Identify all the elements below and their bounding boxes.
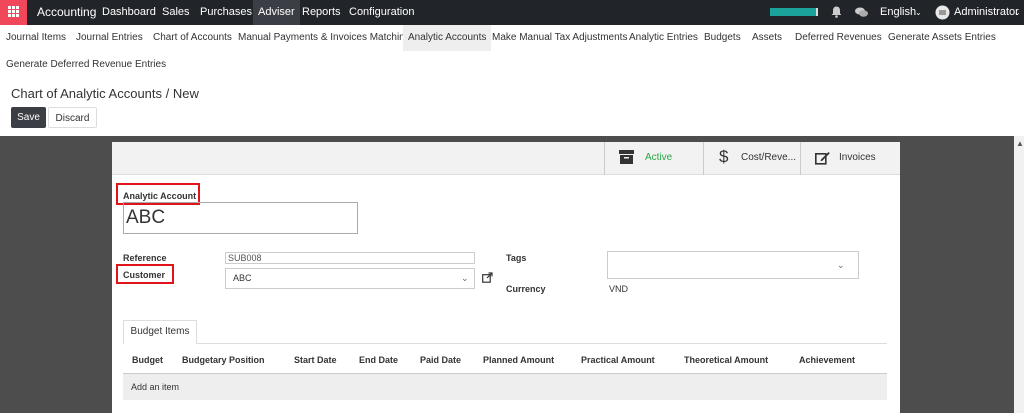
top-navbar: Accounting Dashboard Sales Purchases Adv… <box>0 0 1024 25</box>
reference-input[interactable]: SUB008 <box>225 252 475 264</box>
submenu-deferred-revenues[interactable]: Deferred Revenues <box>795 25 882 51</box>
breadcrumb-parent[interactable]: Chart of Analytic Accounts <box>11 86 162 101</box>
column-theoretical-amount[interactable]: Theoretical Amount <box>684 355 768 365</box>
menu-purchases[interactable]: Purchases <box>200 0 252 25</box>
breadcrumb: Chart of Analytic Accounts / New <box>11 86 199 101</box>
grid-icon <box>8 6 19 17</box>
chevron-down-icon: ⌄ <box>915 8 922 17</box>
submenu-journal-entries[interactable]: Journal Entries <box>76 25 143 51</box>
progress-bar <box>770 8 818 16</box>
scroll-up-icon[interactable]: ▲ <box>1016 139 1024 148</box>
analytic-account-label: Analytic Account <box>123 191 197 201</box>
customer-label: Customer <box>123 270 166 280</box>
cost-revenue-label: Cost/Reve... <box>741 152 797 163</box>
bell-icon[interactable] <box>831 6 842 18</box>
column-start-date[interactable]: Start Date <box>294 355 337 365</box>
column-budget[interactable]: Budget <box>132 355 163 365</box>
column-budgetary-position[interactable]: Budgetary Position <box>182 355 265 365</box>
submenu-journal-items[interactable]: Journal Items <box>6 25 66 51</box>
reference-label: Reference <box>123 253 167 263</box>
language-dropdown[interactable]: English <box>880 0 916 25</box>
menu-adviser[interactable]: Adviser <box>253 0 300 25</box>
budget-table-header: Budget Budgetary Position Start Date End… <box>123 350 887 372</box>
avatar[interactable] <box>935 5 950 20</box>
app-brand[interactable]: Accounting <box>37 0 96 25</box>
submenu-generate-assets[interactable]: Generate Assets Entries <box>888 25 996 51</box>
progress-fill <box>770 8 816 16</box>
breadcrumb-separator: / <box>165 86 170 101</box>
user-menu[interactable]: Administrator <box>954 0 1019 25</box>
submenu-manual-payments[interactable]: Manual Payments & Invoices Matching <box>238 25 410 51</box>
column-planned-amount[interactable]: Planned Amount <box>483 355 554 365</box>
submenu-analytic-entries[interactable]: Analytic Entries <box>629 25 698 51</box>
invoices-label: Invoices <box>839 152 876 163</box>
chat-icon[interactable] <box>855 7 868 18</box>
tab-divider <box>197 343 887 344</box>
submenu-assets[interactable]: Assets <box>752 25 782 51</box>
menu-reports[interactable]: Reports <box>302 0 341 25</box>
add-item-link[interactable]: Add an item <box>131 382 179 392</box>
tags-input[interactable] <box>607 251 859 279</box>
secondary-menu: Journal Items Journal Entries Chart of A… <box>0 25 1024 77</box>
chevron-down-icon: ⌄ <box>461 273 469 283</box>
external-link-icon[interactable] <box>482 272 493 283</box>
submenu-manual-tax[interactable]: Make Manual Tax Adjustments <box>492 25 627 51</box>
submenu-analytic-accounts[interactable]: Analytic Accounts <box>403 25 492 51</box>
analytic-account-name-input[interactable]: ABC <box>123 202 358 234</box>
form-sheet: Active $ Cost/Reve... Invoices Analytic … <box>112 142 900 413</box>
table-row: Add an item <box>123 374 887 400</box>
currency-label: Currency <box>506 284 546 294</box>
column-paid-date[interactable]: Paid Date <box>420 355 461 365</box>
edit-icon <box>815 152 830 165</box>
scrollbar[interactable]: ▲ <box>1014 136 1024 413</box>
smart-button-box: Active $ Cost/Reve... Invoices <box>112 142 900 175</box>
invoices-button[interactable]: Invoices <box>800 142 900 175</box>
cost-revenue-button[interactable]: $ Cost/Reve... <box>703 142 800 175</box>
menu-configuration[interactable]: Configuration <box>349 0 414 25</box>
menu-dashboard[interactable]: Dashboard <box>102 0 156 25</box>
apps-menu-button[interactable] <box>0 0 27 25</box>
submenu-chart-of-accounts[interactable]: Chart of Accounts <box>153 25 232 51</box>
discard-button[interactable]: Discard <box>48 107 97 128</box>
submenu-budgets[interactable]: Budgets <box>704 25 741 51</box>
tags-label: Tags <box>506 253 527 263</box>
column-end-date[interactable]: End Date <box>359 355 398 365</box>
chevron-down-icon: ⌄ <box>1014 8 1021 17</box>
currency-value: VND <box>609 284 629 294</box>
customer-select[interactable]: ABC <box>225 268 475 289</box>
save-button[interactable]: Save <box>11 107 46 128</box>
active-toggle-button[interactable]: Active <box>604 142 703 175</box>
submenu-generate-deferred[interactable]: Generate Deferred Revenue Entries <box>6 52 166 78</box>
breadcrumb-current: New <box>172 86 199 101</box>
dollar-icon: $ <box>719 147 729 166</box>
column-practical-amount[interactable]: Practical Amount <box>581 355 655 365</box>
menu-sales[interactable]: Sales <box>162 0 190 25</box>
chevron-down-icon: ⌄ <box>837 260 845 270</box>
column-achievement[interactable]: Achievement <box>799 355 855 365</box>
active-label: Active <box>645 152 673 163</box>
tab-budget-items[interactable]: Budget Items <box>123 320 197 344</box>
archive-icon <box>619 150 634 164</box>
